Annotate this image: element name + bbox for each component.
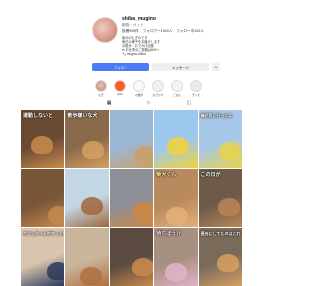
profile-category: 動物・ペット [122, 23, 144, 27]
post-caption-overlay: 梅花見に行ったよ [200, 113, 233, 118]
text-logo-icon [133, 80, 145, 92]
highlight-item[interactable]: むぎ [94, 80, 108, 97]
stat-followers[interactable]: フォロワー1000人 [143, 29, 173, 34]
post-photo-subject [31, 136, 53, 154]
post-photo-subject [133, 146, 154, 164]
post-tile[interactable] [154, 110, 198, 168]
post-tile[interactable]: 運動しないと [21, 110, 65, 168]
post-tile[interactable]: 待ちぼうけ [154, 228, 198, 286]
bio-link[interactable]: 🐾 mugino.shiba [122, 52, 222, 56]
highlight-item[interactable]: お散歩 [132, 80, 146, 97]
post-tile[interactable]: 散歩嫌いな犬 [65, 110, 109, 168]
posts-grid: 運動しないと 散歩嫌いな犬 梅花見に行ったよ柴犬くん この日がカフェタイム中すっといい… [21, 110, 242, 286]
highlight-label: むぎ [98, 94, 104, 97]
post-photo-subject [47, 262, 65, 280]
highlight-item[interactable]: おでかけ [151, 80, 165, 97]
post-photo-subject [218, 142, 241, 160]
post-tile[interactable] [109, 169, 154, 227]
post-caption-overlay: 過去にしてたのはこれ [200, 231, 241, 236]
highlight-item[interactable]: ごはん [170, 80, 184, 97]
orange-logo-icon [114, 80, 126, 92]
follow-button[interactable]: フォロー [92, 63, 149, 71]
post-tile[interactable]: この日が [198, 169, 242, 227]
post-tile[interactable] [65, 169, 109, 227]
dog-photo-icon [95, 80, 107, 92]
post-photo-subject [81, 197, 104, 215]
post-photo-subject [48, 206, 65, 224]
story-highlights: むぎ Q&A お散歩 おでかけ ごはん グッズ [94, 80, 203, 97]
grid-icon[interactable]: ▦ [107, 100, 112, 107]
post-photo-subject [167, 137, 190, 155]
profile-header: shiba_mugino 動物・ペット 投稿999件 フォロワー1000人 フォ… [0, 0, 263, 97]
post-photo-subject [80, 267, 103, 285]
highlight-item[interactable]: グッズ [189, 80, 203, 97]
highlight-item[interactable]: Q&A [113, 80, 127, 97]
post-photo-subject [165, 263, 188, 281]
post-caption-overlay: 待ちぼうけ [156, 231, 182, 237]
reels-icon[interactable]: ▷ [147, 100, 151, 107]
profile-avatar[interactable] [92, 17, 118, 43]
stat-following[interactable]: フォロー中100人 [176, 29, 204, 34]
goods-icon [190, 80, 202, 92]
message-button[interactable]: メッセージ [152, 63, 209, 71]
bowl-icon [171, 80, 183, 92]
post-caption-overlay: この日が [200, 172, 221, 178]
highlight-label: グッズ [192, 94, 200, 97]
stat-posts: 投稿999件 [122, 29, 139, 33]
post-caption-overlay: 柴犬くん [156, 172, 177, 178]
profile-tabs: ▦ ▷ ◫ [89, 100, 209, 107]
profile-stats: 投稿999件 フォロワー1000人 フォロー中100人 [122, 29, 204, 34]
post-tile[interactable]: 過去にしてたのはこれ [198, 228, 242, 286]
highlight-label: おでかけ [152, 94, 164, 97]
post-tile[interactable] [109, 110, 154, 168]
post-tile[interactable]: 梅花見に行ったよ [198, 110, 242, 168]
highlight-label: ごはん [173, 94, 181, 97]
post-photo-subject [166, 207, 189, 225]
post-photo-subject [131, 258, 154, 276]
profile-username: shiba_mugino [122, 16, 156, 22]
post-tile[interactable] [65, 228, 109, 286]
profile-actions: フォロー メッセージ ⌄ [92, 63, 220, 71]
more-options-button[interactable]: ⌄ [212, 63, 220, 71]
post-photo-subject [216, 254, 239, 272]
post-caption-overlay: カフェタイム中すっといいよ [23, 231, 64, 236]
post-tile[interactable] [109, 228, 154, 286]
profile-bio: 柴犬のむぎのです 毎日の様子をお届けします お散歩・おでかけ記録 ✉ お仕事のご… [122, 36, 222, 56]
highlight-label: お散歩 [135, 94, 143, 97]
paw-icon [152, 80, 164, 92]
tagged-icon[interactable]: ◫ [186, 100, 191, 107]
highlight-label: Q&A [117, 93, 123, 96]
post-tile[interactable]: カフェタイム中すっといいよ [21, 228, 65, 286]
post-photo-subject [82, 141, 105, 159]
post-photo-subject [132, 202, 154, 220]
post-photo-subject [217, 198, 240, 216]
post-caption-overlay: 散歩嫌いな犬 [67, 113, 98, 119]
post-tile[interactable]: 柴犬くん [154, 169, 198, 227]
post-tile[interactable] [21, 169, 65, 227]
post-caption-overlay: 運動しないと [23, 113, 54, 119]
